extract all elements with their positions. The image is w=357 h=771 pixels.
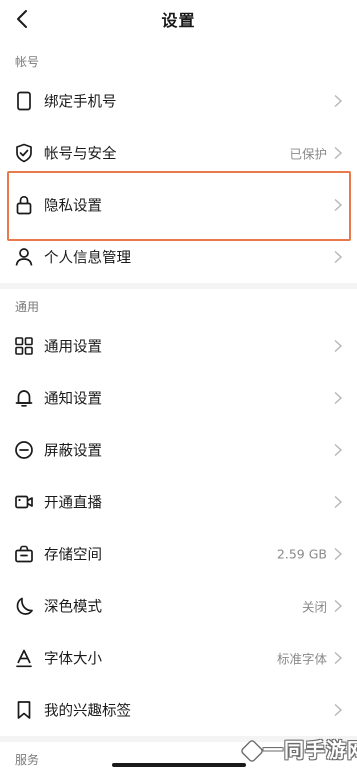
row-general-settings[interactable]: 通用设置: [0, 320, 357, 372]
chevron-right-icon: [334, 703, 343, 717]
row-bind-phone[interactable]: 绑定手机号: [0, 75, 357, 127]
row-label: 开通直播: [44, 495, 102, 512]
row-dark-mode[interactable]: 深色模式 关闭: [0, 580, 357, 632]
page-title: 设置: [161, 11, 196, 30]
chevron-right-icon: [334, 94, 343, 108]
font-icon: [16, 649, 32, 668]
home-indicator: [112, 763, 246, 767]
top-bar: 设置: [0, 0, 357, 38]
chevron-right-icon: [334, 651, 343, 665]
chevron-right-icon: [334, 547, 343, 561]
row-label: 隐私设置: [44, 198, 102, 215]
section-label-service: 服务: [15, 753, 40, 767]
row-label: 字体大小: [44, 651, 102, 668]
section-label-general: 通用: [15, 300, 40, 314]
chevron-right-icon: [334, 339, 343, 353]
row-label: 绑定手机号: [44, 94, 117, 111]
chevron-right-icon: [334, 250, 343, 264]
grid-icon: [15, 337, 33, 355]
shield-check-icon: [16, 143, 32, 163]
person-icon: [15, 248, 33, 266]
watermark-text: 一同手游网: [263, 738, 357, 762]
row-storage[interactable]: 存储空间 2.59 GB: [0, 528, 357, 580]
row-interest-tags[interactable]: 我的兴趣标签: [0, 684, 357, 736]
row-value: 关闭: [301, 599, 327, 615]
row-font-size[interactable]: 字体大小 标准字体: [0, 632, 357, 684]
moon-icon: [16, 597, 33, 615]
row-label: 个人信息管理: [44, 250, 131, 267]
row-value: 已保护: [289, 146, 327, 162]
chevron-right-icon: [334, 391, 343, 405]
row-value: 标准字体: [276, 651, 327, 667]
lock-icon: [16, 195, 32, 215]
block-icon: [15, 441, 33, 459]
row-label: 存储空间: [44, 547, 102, 564]
phone-icon: [17, 91, 31, 111]
row-label: 帐号与安全: [44, 146, 117, 163]
row-privacy[interactable]: 隐私设置: [0, 179, 357, 231]
section-divider: [0, 283, 357, 289]
storage-icon: [15, 545, 33, 563]
row-label: 通用设置: [44, 339, 102, 356]
section-label-account: 帐号: [15, 55, 40, 69]
row-account-security[interactable]: 帐号与安全 已保护: [0, 127, 357, 179]
row-label: 屏蔽设置: [44, 443, 102, 460]
bookmark-icon: [17, 701, 31, 719]
row-value: 2.59 GB: [276, 546, 327, 562]
row-live[interactable]: 开通直播: [0, 476, 357, 528]
watermark-logo-icon: [241, 740, 263, 762]
row-personal-info[interactable]: 个人信息管理: [0, 231, 357, 283]
video-icon: [15, 495, 33, 509]
chevron-right-icon: [334, 495, 343, 509]
chevron-right-icon: [334, 146, 343, 160]
chevron-right-icon: [334, 443, 343, 457]
chevron-right-icon: [334, 599, 343, 613]
bell-icon: [15, 390, 33, 407]
row-label: 深色模式: [44, 599, 102, 616]
row-label: 我的兴趣标签: [44, 703, 131, 720]
row-label: 通知设置: [44, 391, 102, 408]
watermark-logo: 一同手游网: [241, 734, 357, 768]
row-notifications[interactable]: 通知设置: [0, 372, 357, 424]
chevron-right-icon: [334, 198, 343, 212]
row-block[interactable]: 屏蔽设置: [0, 424, 357, 476]
